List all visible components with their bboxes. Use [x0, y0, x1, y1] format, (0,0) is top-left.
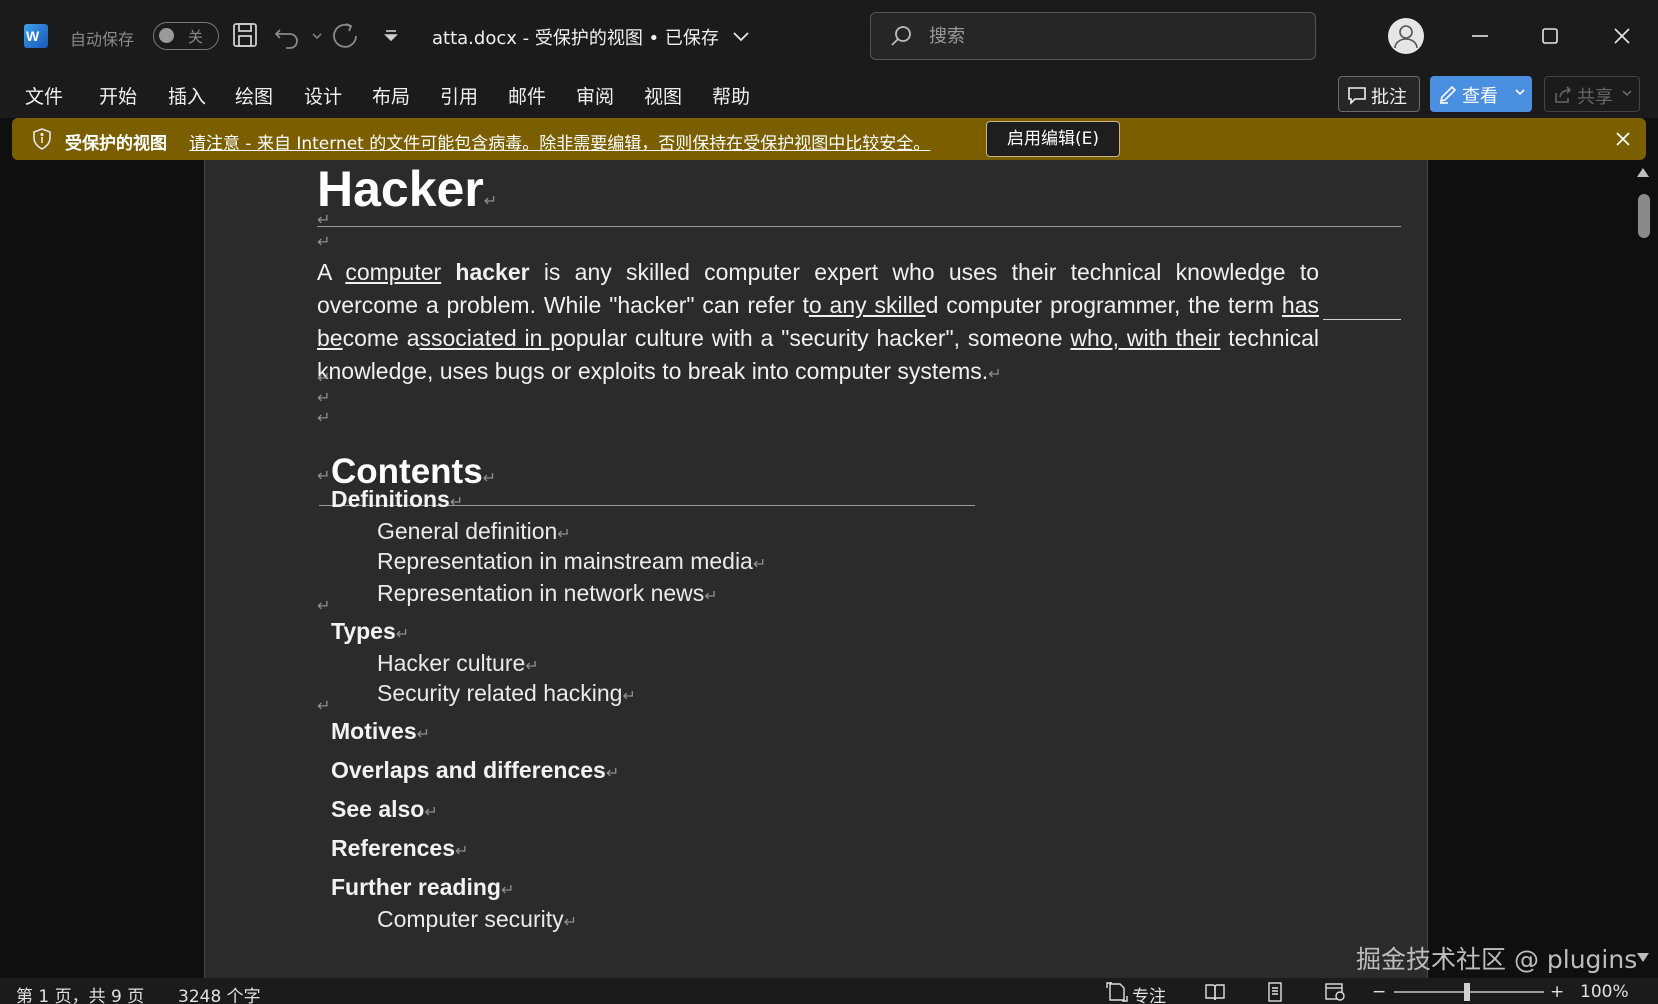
heading-rule: [317, 226, 1401, 227]
search-icon: [891, 26, 911, 46]
read-mode-icon[interactable]: [1204, 982, 1226, 1002]
undo-icon[interactable]: [272, 20, 302, 50]
menu-draw[interactable]: 绘图: [235, 82, 273, 109]
heading-text: Hacker: [317, 161, 484, 217]
focus-icon[interactable]: [1106, 982, 1128, 1002]
share-icon: [1555, 86, 1572, 103]
word-logo-icon: W: [24, 24, 48, 48]
share-label: 共享: [1577, 87, 1613, 108]
paragraph-mark: ↵: [317, 232, 331, 251]
link-computer[interactable]: computer: [345, 259, 441, 285]
share-button[interactable]: 共享: [1544, 76, 1640, 112]
title-chevron-down-icon[interactable]: [726, 22, 749, 52]
toc-item-definitions[interactable]: Definitions↵: [331, 486, 463, 513]
zoom-level[interactable]: 100%: [1580, 982, 1629, 1002]
print-layout-icon[interactable]: [1264, 982, 1286, 1002]
autosave-toggle[interactable]: 关: [153, 22, 219, 50]
toc-item-motives[interactable]: Motives↵: [331, 718, 430, 745]
status-bar: 第 1 页，共 9 页 3248 个字 专注 − + 100%: [0, 978, 1658, 1004]
word-count[interactable]: 3248 个字: [178, 982, 261, 1004]
menu-layout[interactable]: 布局: [372, 82, 410, 109]
close-window-icon[interactable]: [1604, 18, 1640, 54]
menu-references[interactable]: 引用: [440, 82, 478, 109]
paragraph-mark: ↵: [317, 596, 331, 615]
underline-fragment: [1323, 319, 1401, 320]
zoom-in-button[interactable]: +: [1550, 982, 1564, 1002]
document-heading: Hacker↵: [317, 160, 497, 218]
save-icon[interactable]: [230, 20, 260, 50]
menu-insert[interactable]: 插入: [168, 82, 206, 109]
paragraph-mark: ↵: [317, 408, 331, 427]
page-info[interactable]: 第 1 页，共 9 页: [16, 982, 144, 1004]
toc-item-types[interactable]: Types↵: [331, 618, 409, 645]
toggle-knob: [159, 28, 174, 43]
toc-item-see-also[interactable]: See also↵: [331, 796, 438, 823]
title-bar: W 自动保存 关 atta.docx - 受保护的视图 • 已保存: [0, 0, 1658, 72]
undo-dropdown-icon[interactable]: [302, 20, 322, 50]
document-canvas: Hacker↵ ↵ ↵ A computer hacker is any ski…: [0, 160, 1658, 978]
viewing-mode-button[interactable]: 查看: [1430, 76, 1532, 112]
minimize-icon[interactable]: [1462, 18, 1498, 54]
toc-item-overlaps[interactable]: Overlaps and differences↵: [331, 757, 619, 784]
paragraph-mark: ↵: [483, 193, 498, 210]
comments-label: 批注: [1371, 87, 1407, 108]
paragraph-mark: ↵: [317, 388, 331, 407]
autosave-state: 关: [188, 28, 204, 46]
watermark: 掘金技术社区 @ plugins: [1356, 945, 1638, 974]
toc-item-security-hacking[interactable]: Security related hacking↵: [377, 680, 636, 707]
zoom-slider-thumb[interactable]: [1464, 983, 1470, 1001]
menu-home[interactable]: 开始: [99, 82, 137, 109]
menu-review[interactable]: 审阅: [576, 82, 614, 109]
toc-item-network-news[interactable]: Representation in network news↵: [377, 580, 718, 607]
toc-item-further-reading[interactable]: Further reading↵: [331, 874, 514, 901]
focus-label[interactable]: 专注: [1132, 982, 1166, 1004]
redo-icon[interactable]: [330, 20, 360, 50]
enable-editing-button[interactable]: 启用编辑(E): [986, 121, 1120, 157]
paragraph-mark: ↵: [317, 368, 331, 387]
menu-design[interactable]: 设计: [304, 82, 342, 109]
web-layout-icon[interactable]: [1324, 982, 1346, 1002]
shield-icon: [33, 128, 51, 150]
paragraph-mark: ↵: [317, 210, 331, 229]
scroll-down-arrow-icon[interactable]: [1636, 952, 1650, 964]
intro-paragraph: A computer hacker is any skilled compute…: [317, 259, 1320, 384]
customize-toolbar-icon[interactable]: [376, 20, 398, 50]
protected-view-message[interactable]: 请注意 - 来自 Internet 的文件可能包含病毒。除非需要编辑，否则保持在…: [189, 129, 930, 154]
toc-item-general-definition[interactable]: General definition↵: [377, 518, 571, 545]
search-box[interactable]: [870, 12, 1316, 60]
toc-item-computer-security[interactable]: Computer security↵: [377, 906, 577, 933]
toc-item-hacker-culture[interactable]: Hacker culture↵: [377, 650, 539, 677]
chevron-down-icon: [1515, 89, 1525, 96]
ribbon-menu: 文件 开始 插入 绘图 设计 布局 引用 邮件 审阅 视图 帮助 批注 查看 共…: [0, 72, 1658, 118]
term-hacker: hacker: [455, 259, 530, 285]
document-page[interactable]: Hacker↵ ↵ ↵ A computer hacker is any ski…: [204, 160, 1428, 978]
vertical-scrollbar[interactable]: [1638, 194, 1650, 238]
paragraph-mark: ↵: [317, 696, 331, 715]
menu-help[interactable]: 帮助: [712, 82, 750, 109]
paragraph-mark: ↵: [317, 466, 331, 485]
zoom-out-button[interactable]: −: [1372, 982, 1386, 1002]
viewing-mode-label: 查看: [1462, 86, 1498, 107]
protected-view-bar: 受保护的视图 请注意 - 来自 Internet 的文件可能包含病毒。除非需要编…: [12, 118, 1646, 160]
pen-icon: [1439, 85, 1457, 104]
scroll-up-arrow-icon[interactable]: [1636, 166, 1650, 178]
comments-button[interactable]: 批注: [1338, 76, 1420, 112]
document-title[interactable]: atta.docx - 受保护的视图 • 已保存: [432, 24, 719, 50]
comment-icon: [1348, 87, 1366, 105]
protected-view-title: 受保护的视图: [65, 134, 167, 154]
menu-view[interactable]: 视图: [644, 82, 682, 109]
maximize-icon[interactable]: [1532, 18, 1568, 54]
toc-item-mainstream-media[interactable]: Representation in mainstream media↵: [377, 548, 766, 575]
avatar[interactable]: [1388, 18, 1424, 54]
menu-file[interactable]: 文件: [25, 82, 63, 109]
close-icon[interactable]: [1612, 128, 1634, 150]
toc-item-references[interactable]: References↵: [331, 835, 468, 862]
search-input[interactable]: [929, 23, 1289, 49]
share-chevron-icon: [1622, 90, 1632, 97]
menu-mailings[interactable]: 邮件: [508, 82, 546, 109]
autosave-label: 自动保存: [70, 30, 135, 49]
